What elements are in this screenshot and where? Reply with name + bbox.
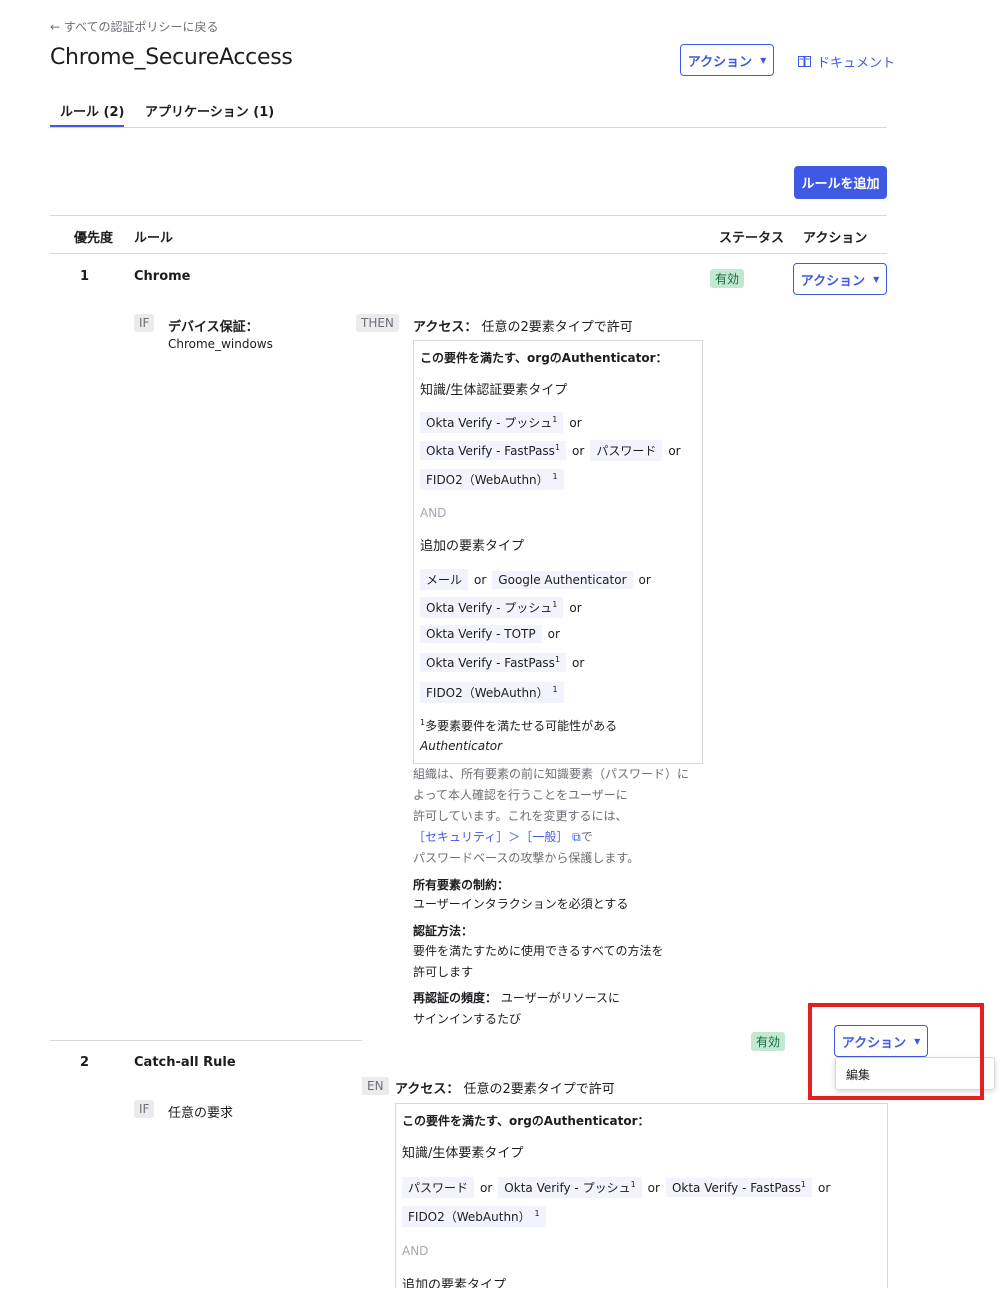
authenticator-chip: Google Authenticator — [492, 570, 633, 589]
status-badge: 有効 — [710, 269, 745, 288]
section-additional-label: 追加の要素タイプ — [420, 539, 525, 554]
authenticator-chip: FIDO2（WebAuthn） 1 — [420, 682, 564, 703]
authenticator-requirements-box: この要件を満たす、orgのAuthenticator： 知識/生体認証要素タイプ… — [413, 340, 703, 764]
rule-actions-button[interactable]: アクション ▼ — [793, 263, 887, 295]
caret-down-icon: ▼ — [760, 55, 767, 65]
authenticator-chip: Okta Verify - プッシュ1 — [498, 1177, 642, 1198]
table-header-divider — [50, 253, 887, 254]
chip-row: FIDO2（WebAuthn） 1 — [420, 469, 564, 490]
table-top-divider — [50, 215, 887, 216]
access-line: アクセス： 任意の2要素タイプで許可 — [413, 316, 633, 335]
box-title: この要件を満たす、orgのAuthenticator： — [402, 1114, 650, 1128]
then-tag: THEN — [356, 314, 399, 332]
authenticator-chip: Okta Verify - FastPass1 — [420, 441, 567, 460]
possession-value: ユーザーインタラクションを必須とする — [413, 897, 629, 911]
rule-name[interactable]: Catch-all Rule — [134, 1055, 236, 1070]
col-header-priority: 優先度 — [74, 231, 114, 246]
authenticator-chip: Okta Verify - TOTP — [420, 625, 542, 643]
authenticator-chip: Okta Verify - FastPass1 — [665, 1178, 812, 1197]
chip-row: メール or Google Authenticator or — [420, 569, 657, 590]
auth-method-value: 要件を満たすために使用できるすべての方法を 許可します — [413, 944, 664, 979]
add-rule-button[interactable]: ルールを追加 — [794, 166, 887, 199]
then-tag: EN — [362, 1077, 389, 1095]
chip-row: パスワード or Okta Verify - プッシュ1 or Okta Ver… — [402, 1177, 836, 1198]
authenticator-chip: Okta Verify - プッシュ1 — [420, 412, 564, 433]
footnote: 1多要素要件を満たせる可能性がある — [420, 718, 618, 733]
or-label: or — [474, 572, 487, 587]
chip-row: Okta Verify - TOTP or — [420, 625, 566, 643]
access-label: アクセス： — [395, 1082, 460, 1097]
section-knowledge-label: 知識/生体認証要素タイプ — [420, 383, 568, 398]
security-general-link[interactable]: ［セキュリティ］＞［一般］ — [413, 830, 568, 844]
tab-rules[interactable]: ルール (2) — [60, 101, 124, 120]
header-actions-button[interactable]: アクション ▼ — [680, 44, 774, 76]
authenticator-chip: Okta Verify - プッシュ1 — [420, 597, 564, 618]
access-label: アクセス： — [413, 320, 478, 335]
external-link-icon: ⧉ — [572, 830, 581, 844]
tab-applications[interactable]: アプリケーション (1) — [145, 101, 274, 120]
rule-actions-label: アクション — [800, 273, 866, 289]
rule-name[interactable]: Chrome — [134, 269, 191, 284]
access-line: アクセス： 任意の2要素タイプで許可 — [395, 1078, 615, 1097]
chip-row: Okta Verify - FastPass1 or — [420, 653, 590, 672]
or-label: or — [569, 415, 582, 430]
and-label: AND — [420, 506, 447, 520]
rule-priority: 1 — [80, 269, 90, 284]
chip-row: Okta Verify - プッシュ1 or — [420, 597, 588, 618]
condition-value: 任意の要求 — [168, 1106, 234, 1121]
access-value: 任意の2要素タイプで許可 — [463, 1082, 615, 1097]
or-label: or — [638, 572, 651, 587]
or-label: or — [480, 1180, 493, 1195]
chip-row: Okta Verify - FastPass1 or パスワード or — [420, 440, 687, 461]
condition-value: Chrome_windows — [168, 337, 273, 351]
highlight-frame — [808, 1003, 984, 1100]
if-tag: IF — [134, 1100, 155, 1118]
row-divider — [50, 1040, 362, 1041]
condition-label: デバイス保証： — [168, 320, 259, 335]
or-label: or — [817, 1180, 831, 1195]
or-label: or — [572, 655, 585, 670]
authenticator-chip: Okta Verify - FastPass1 — [420, 653, 567, 672]
caret-down-icon: ▼ — [873, 274, 880, 284]
header-actions-label: アクション — [687, 54, 753, 70]
auth-method-label: 認証方法： — [413, 924, 474, 938]
or-label: or — [547, 627, 560, 641]
page-title: Chrome_SecureAccess — [50, 45, 293, 70]
status-badge: 有効 — [751, 1032, 786, 1051]
chip-row: FIDO2（WebAuthn） 1 — [402, 1206, 546, 1227]
authenticator-chip: FIDO2（WebAuthn） 1 — [420, 469, 564, 490]
knowledge-order-note: 組織は、所有要素の前に知識要素（パスワード）に よって本人確認を行うことをユーザ… — [413, 767, 690, 865]
col-header-actions: アクション — [803, 231, 868, 246]
active-tab-indicator — [50, 125, 124, 127]
documents-label: ドキュメント — [817, 56, 896, 71]
or-label: or — [572, 443, 585, 458]
possession-label: 所有要素の制約： — [413, 878, 510, 892]
authenticator-chip: パスワード — [402, 1177, 475, 1198]
authenticator-requirements-box: この要件を満たす、orgのAuthenticator： 知識/生体要素タイプ パ… — [395, 1103, 888, 1288]
or-label: or — [668, 443, 681, 458]
section-additional-label: 追加の要素タイプ — [402, 1278, 507, 1288]
col-header-status: ステータス — [719, 231, 785, 246]
tabs-divider — [50, 127, 887, 128]
authenticator-chip: メール — [420, 569, 469, 590]
section-knowledge-label: 知識/生体要素タイプ — [402, 1146, 524, 1161]
footnote-continued: Authenticator — [420, 739, 503, 753]
or-label: or — [569, 600, 582, 615]
chip-row: Okta Verify - プッシュ1 or — [420, 412, 588, 433]
rule-priority: 2 — [80, 1055, 90, 1070]
documents-link[interactable]: ドキュメント — [798, 52, 895, 71]
authenticator-chip: FIDO2（WebAuthn） 1 — [402, 1206, 546, 1227]
reauth-frequency: 再認証の頻度： ユーザーがリソースに サインインするたび — [413, 991, 621, 1026]
back-link[interactable]: ← すべての認証ポリシーに戻る — [50, 18, 219, 35]
box-title: この要件を満たす、orgのAuthenticator： — [420, 351, 668, 365]
col-header-rule: ルール — [134, 231, 174, 246]
authenticator-chip: パスワード — [590, 440, 663, 461]
book-icon — [798, 56, 811, 67]
chip-row: FIDO2（WebAuthn） 1 — [420, 682, 564, 703]
if-tag: IF — [134, 314, 155, 332]
access-value: 任意の2要素タイプで許可 — [481, 320, 633, 335]
or-label: or — [647, 1180, 660, 1195]
and-label: AND — [402, 1244, 429, 1258]
